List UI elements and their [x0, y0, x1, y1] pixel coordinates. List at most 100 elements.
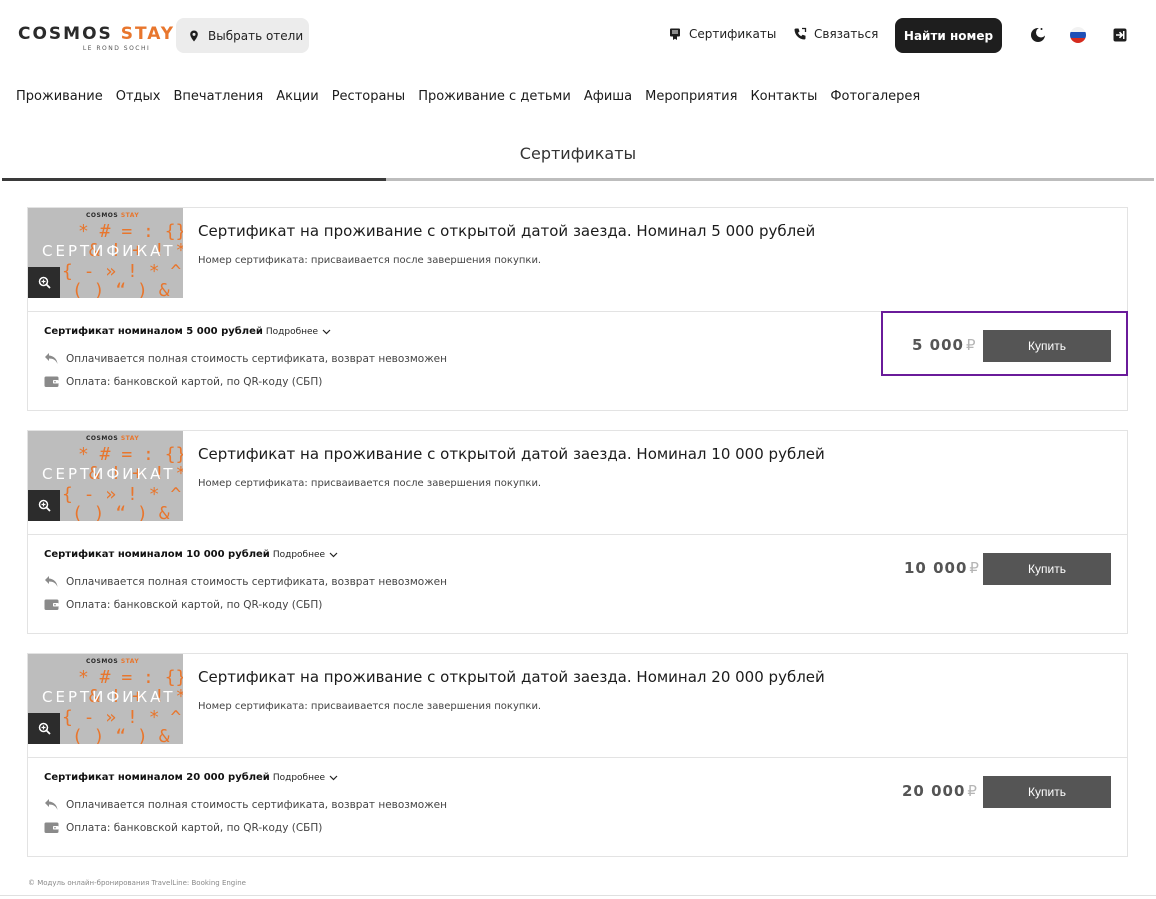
- buy-button[interactable]: Купить: [983, 553, 1111, 585]
- certificates-link[interactable]: Сертификаты: [668, 27, 776, 41]
- payment-text: Оплата: банковской картой, по QR-коду (С…: [66, 821, 323, 834]
- logo-text: COSMOS STAY: [18, 24, 176, 44]
- nav-item-gallery[interactable]: Фотогалерея: [830, 89, 920, 104]
- price: 10 000 ₽: [904, 559, 980, 577]
- thumb-logo: COSMOS STAY: [86, 435, 140, 442]
- return-arrow-icon: [45, 576, 58, 587]
- refund-condition: Оплачивается полная стоимость сертификат…: [44, 798, 447, 811]
- moon-icon: [1031, 27, 1046, 42]
- nav-item-events-poster[interactable]: Афиша: [584, 89, 632, 104]
- tab-progress-active: [2, 178, 386, 181]
- certificate-note: Номер сертификата: присваивается после з…: [198, 701, 542, 712]
- refund-text: Оплачивается полная стоимость сертификат…: [66, 352, 448, 365]
- refund-text: Оплачивается полная стоимость сертификат…: [66, 798, 448, 811]
- logo[interactable]: COSMOS STAY LE ROND SOCHI: [18, 24, 175, 52]
- payment-method: Оплата: банковской картой, по QR-коду (С…: [44, 821, 322, 834]
- payment-method: Оплата: банковской картой, по QR-коду (С…: [44, 375, 322, 388]
- refund-text: Оплачивается полная стоимость сертификат…: [66, 575, 448, 588]
- certificate-card: COSMOS STAY * # = : {} & ! + ! * { - » !…: [27, 653, 1128, 857]
- select-hotel-button[interactable]: Выбрать отели: [176, 18, 309, 53]
- login-button[interactable]: [1111, 26, 1129, 44]
- zoom-in-icon: [38, 722, 51, 735]
- buy-button[interactable]: Купить: [983, 776, 1111, 808]
- chevron-down-icon[interactable]: [322, 329, 331, 335]
- nav-item-experiences[interactable]: Впечатления: [173, 89, 263, 104]
- select-hotel-label: Выбрать отели: [208, 28, 304, 43]
- thumb-symbols: ( ) “ ) & .: [72, 503, 183, 522]
- payment-text: Оплата: банковской картой, по QR-коду (С…: [66, 375, 323, 388]
- price-value: 20 000: [902, 782, 966, 800]
- zoom-in-icon: [38, 499, 51, 512]
- thumb-symbols: ( ) “ ) & .: [72, 280, 183, 299]
- price-value: 10 000: [904, 559, 968, 577]
- footer-divider: [0, 895, 1156, 896]
- thumb-symbols: { - » ! * ^ ?: [62, 707, 182, 728]
- details-link[interactable]: Подробнее: [273, 550, 325, 560]
- return-arrow-icon: [45, 799, 58, 810]
- nav-item-family[interactable]: Проживание с детьми: [418, 89, 571, 104]
- header: COSMOS STAY LE ROND SOCHI Выбрать отели …: [0, 0, 1156, 70]
- certificate-title: Сертификат на проживание с открытой дато…: [198, 668, 825, 686]
- nav-item-contacts[interactable]: Контакты: [750, 89, 817, 104]
- certificate-title: Сертификат на проживание с открытой дато…: [198, 445, 825, 463]
- details-link[interactable]: Подробнее: [266, 327, 318, 337]
- thumb-logo: COSMOS STAY: [86, 212, 140, 219]
- thumb-word: СЕРТИФИКАТ: [42, 465, 176, 483]
- certificate-image[interactable]: COSMOS STAY * # = : {} & ! + ! * { - » !…: [28, 654, 183, 744]
- language-selector[interactable]: [1069, 26, 1087, 44]
- thumb-symbols: { - » ! * ^ ?: [62, 261, 182, 282]
- certificate-title: Сертификат на проживание с открытой дато…: [198, 222, 816, 240]
- nav-item-events[interactable]: Мероприятия: [645, 89, 737, 104]
- tariff-name: Сертификат номиналом 5 000 рублей Подроб…: [44, 326, 331, 337]
- contact-link[interactable]: Связаться: [793, 27, 878, 41]
- tariff-label: Сертификат номиналом 20 000 рублей: [44, 772, 270, 783]
- page-title: Сертификаты: [519, 144, 637, 163]
- certificate-card: COSMOS STAY * # = : {} & ! + ! * { - » !…: [27, 207, 1128, 411]
- certificates-link-label: Сертификаты: [689, 27, 777, 41]
- dark-mode-toggle[interactable]: [1029, 26, 1047, 44]
- refund-condition: Оплачивается полная стоимость сертификат…: [44, 575, 447, 588]
- thumb-symbols: ( ) “ ) & .: [72, 726, 183, 745]
- certificate-note: Номер сертификата: присваивается после з…: [198, 478, 542, 489]
- payment-method: Оплата: банковской картой, по QR-коду (С…: [44, 598, 322, 611]
- certificate-card: COSMOS STAY * # = : {} & ! + ! * { - » !…: [27, 430, 1128, 634]
- thumb-symbols: { - » ! * ^ ?: [62, 484, 182, 505]
- wallet-icon: [44, 599, 59, 610]
- wallet-icon: [44, 822, 59, 833]
- nav-item-promotions[interactable]: Акции: [276, 89, 319, 104]
- zoom-button[interactable]: [28, 267, 60, 298]
- focus-highlight: [881, 311, 1128, 376]
- thumb-logo: COSMOS STAY: [86, 658, 140, 665]
- thumb-symbols: * # = : {}: [78, 444, 183, 465]
- zoom-in-icon: [38, 276, 51, 289]
- thumb-symbols: * # = : {}: [78, 667, 183, 688]
- login-icon: [1113, 28, 1127, 42]
- nav-item-rest[interactable]: Отдых: [116, 89, 161, 104]
- thumb-symbols: * # = : {}: [78, 221, 183, 242]
- logo-subtitle: LE ROND SOCHI: [82, 45, 151, 52]
- refund-condition: Оплачивается полная стоимость сертификат…: [44, 352, 447, 365]
- zoom-button[interactable]: [28, 713, 60, 744]
- certificate-image[interactable]: COSMOS STAY * # = : {} & ! + ! * { - » !…: [28, 431, 183, 521]
- certificate-image[interactable]: COSMOS STAY * # = : {} & ! + ! * { - » !…: [28, 208, 183, 298]
- currency-symbol: ₽: [969, 559, 980, 577]
- chevron-down-icon[interactable]: [329, 775, 338, 781]
- nav-item-restaurants[interactable]: Рестораны: [332, 89, 406, 104]
- details-link[interactable]: Подробнее: [273, 773, 325, 783]
- find-room-button[interactable]: Найти номер: [895, 18, 1002, 53]
- thumb-word: СЕРТИФИКАТ: [42, 242, 176, 260]
- tariff-name: Сертификат номиналом 20 000 рублей Подро…: [44, 772, 338, 783]
- return-arrow-icon: [45, 353, 58, 364]
- russian-flag-icon: [1070, 27, 1086, 43]
- currency-symbol: ₽: [967, 782, 978, 800]
- phone-icon: [794, 27, 807, 40]
- nav-item-accommodation[interactable]: Проживание: [16, 89, 103, 104]
- certificate-icon: [670, 28, 680, 40]
- zoom-button[interactable]: [28, 490, 60, 521]
- contact-link-label: Связаться: [814, 27, 879, 41]
- payment-text: Оплата: банковской картой, по QR-коду (С…: [66, 598, 323, 611]
- footer-credit[interactable]: © Модуль онлайн-бронирования TravelLine:…: [28, 879, 246, 887]
- tariff-label: Сертификат номиналом 5 000 рублей: [44, 326, 263, 337]
- wallet-icon: [44, 376, 59, 387]
- chevron-down-icon[interactable]: [329, 552, 338, 558]
